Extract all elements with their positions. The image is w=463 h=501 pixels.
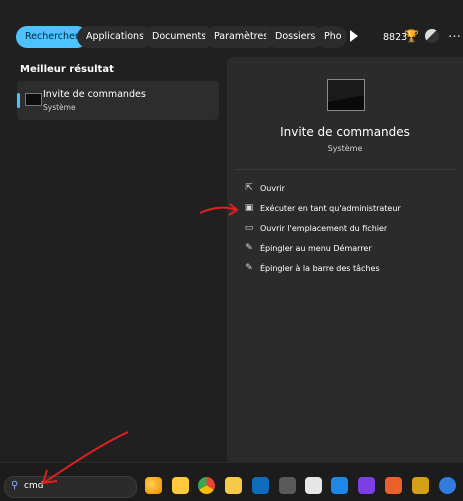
command-prompt-icon: [327, 79, 365, 111]
action-label: Épingler au menu Démarrer: [260, 244, 372, 253]
affinity-icon[interactable]: [358, 477, 375, 494]
action-label: Ouvrir l'emplacement du fichier: [260, 224, 388, 233]
search-icon: ⚲: [11, 480, 19, 491]
taskbar-search-box[interactable]: ⚲: [4, 476, 137, 498]
best-match-item[interactable]: Invite de commandes Système: [17, 81, 219, 120]
shield-admin-icon: ▣: [244, 203, 254, 213]
file-explorer-icon[interactable]: [172, 477, 189, 494]
detail-pane: Invite de commandes Système ⇱ Ouvrir ▣ E…: [227, 57, 463, 462]
chrome-icon[interactable]: [198, 477, 215, 494]
tab-photos[interactable]: Pho: [315, 26, 347, 48]
best-match-name: Invite de commandes: [43, 89, 146, 100]
best-match-heading: Meilleur résultat: [20, 64, 114, 75]
divider: [235, 169, 455, 170]
command-prompt-icon: [25, 93, 42, 106]
folder-icon[interactable]: [225, 477, 242, 494]
more-options-icon[interactable]: …: [448, 26, 461, 41]
detail-title: Invite de commandes: [280, 125, 410, 139]
action-label: Épingler à la barre des tâches: [260, 264, 380, 273]
avatar[interactable]: [425, 29, 439, 43]
outlook-icon[interactable]: [252, 477, 269, 494]
detail-subtitle: Système: [327, 144, 363, 153]
pin-icon: ✎: [245, 243, 253, 253]
pin-icon: ✎: [245, 263, 253, 273]
edge-icon[interactable]: [145, 477, 162, 494]
trophy-icon[interactable]: 🏆: [404, 29, 419, 43]
app-icon[interactable]: [331, 477, 348, 494]
search-panel: Rechercher Applications Documents Paramè…: [0, 0, 463, 462]
best-match-type: Système: [43, 103, 76, 112]
calculator-icon[interactable]: [279, 477, 296, 494]
scroll-tabs-play-icon[interactable]: [350, 30, 358, 42]
action-label: Ouvrir: [260, 184, 285, 193]
selection-indicator: [17, 93, 20, 108]
folder-icon: ▭: [244, 223, 254, 233]
open-external-icon: ⇱: [245, 183, 253, 193]
filter-bar: Rechercher Applications Documents Paramè…: [0, 20, 463, 54]
action-label: Exécuter en tant qu'administrateur: [260, 204, 401, 213]
app-icon[interactable]: [439, 477, 456, 494]
app-icon[interactable]: [305, 477, 322, 494]
taskbar: ⚲: [0, 462, 463, 501]
tab-applications[interactable]: Applications: [77, 26, 154, 48]
search-input[interactable]: [24, 479, 124, 493]
app-icon[interactable]: [412, 477, 429, 494]
app-icon[interactable]: [385, 477, 402, 494]
